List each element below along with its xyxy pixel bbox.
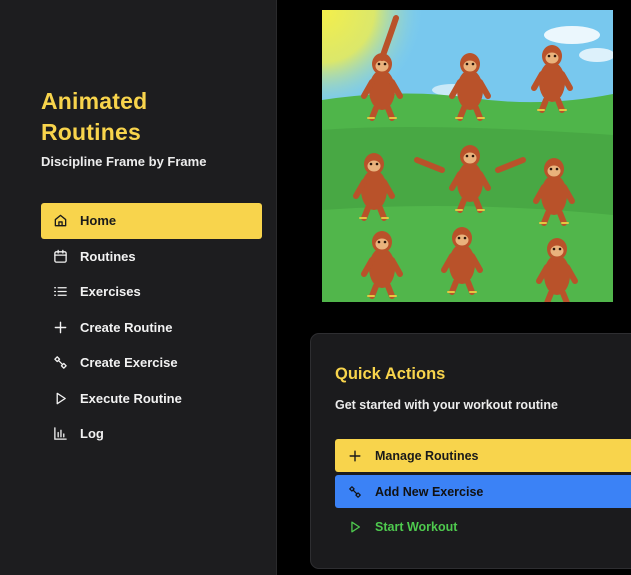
start-workout-button[interactable]: Start Workout (335, 510, 631, 543)
sidebar-item-exercises[interactable]: Exercises (41, 274, 262, 310)
sidebar-item-create-exercise[interactable]: Create Exercise (41, 345, 262, 381)
app-title-line-1: Animated (41, 88, 148, 114)
quick-actions-title: Quick Actions (335, 365, 446, 383)
sidebar-item-label: Home (80, 213, 117, 229)
quick-actions-subtitle: Get started with your workout routine (335, 398, 558, 412)
add-new-exercise-button[interactable]: Add New Exercise (335, 475, 631, 508)
sidebar-item-label: Execute Routine (80, 390, 182, 406)
start-workout-label: Start Workout (375, 519, 458, 534)
dumbbell-icon (53, 355, 68, 370)
play-icon (348, 520, 362, 534)
manage-routines-label: Manage Routines (375, 448, 479, 463)
sidebar-item-label: Create Routine (80, 319, 173, 335)
quick-actions-card: Quick Actions Get started with your work… (310, 333, 631, 569)
add-new-exercise-label: Add New Exercise (375, 484, 484, 499)
sidebar-nav: Home Routines Exercises Create Routine C… (41, 203, 262, 452)
dumbbell-icon (348, 485, 362, 499)
play-icon (53, 391, 68, 406)
sidebar-item-log[interactable]: Log (41, 416, 262, 452)
app-tagline: Discipline Frame by Frame (41, 154, 207, 169)
sidebar: Animated Routines Discipline Frame by Fr… (0, 0, 277, 575)
app-title-line-2: Routines (41, 119, 141, 145)
sidebar-item-create-routine[interactable]: Create Routine (41, 310, 262, 346)
sidebar-item-label: Log (80, 426, 104, 442)
sidebar-item-label: Routines (80, 248, 136, 264)
sidebar-item-execute-routine[interactable]: Execute Routine (41, 381, 262, 417)
plus-icon (348, 449, 362, 463)
plus-icon (53, 320, 68, 335)
app-title: Animated Routines (41, 86, 241, 148)
manage-routines-button[interactable]: Manage Routines (335, 439, 631, 472)
home-icon (53, 213, 68, 228)
sidebar-item-label: Create Exercise (80, 355, 178, 371)
sidebar-item-label: Exercises (80, 284, 141, 300)
sloth-exercise-illustration (322, 10, 613, 302)
bar-chart-icon (53, 426, 68, 441)
sidebar-item-home[interactable]: Home (41, 203, 262, 239)
calendar-icon (53, 249, 68, 264)
sidebar-item-routines[interactable]: Routines (41, 239, 262, 275)
list-icon (53, 284, 68, 299)
